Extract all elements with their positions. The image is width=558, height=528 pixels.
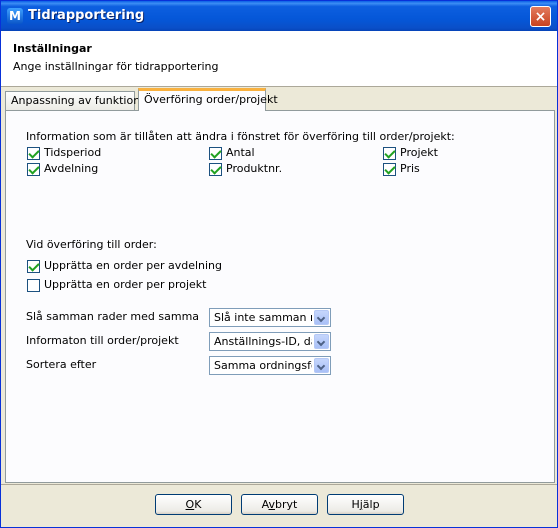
checkbox-label-antal: Antal — [226, 146, 255, 159]
cancel-label-pre: A — [261, 498, 269, 511]
chevron-down-icon[interactable] — [314, 358, 329, 373]
chevron-down-icon[interactable] — [314, 334, 329, 349]
checkbox-label-pris: Pris — [400, 162, 420, 175]
merge-rows-label: Slå samman rader med samma — [26, 310, 200, 323]
checkbox-label-order-per-projekt: Upprätta en order per projekt — [44, 278, 207, 291]
app-icon: M — [7, 8, 23, 24]
footer-divider — [1, 484, 557, 485]
checkbox-produktnr[interactable] — [209, 163, 222, 176]
close-button[interactable]: × — [530, 6, 551, 27]
title-bar[interactable]: M Tidrapportering × — [1, 1, 557, 31]
window-title: Tidrapportering — [28, 8, 145, 23]
checkbox-avdelning[interactable] — [27, 163, 40, 176]
checkbox-order-per-avdelning[interactable] — [27, 260, 40, 273]
merge-rows-value: Slå inte samman rader — [214, 311, 312, 324]
tab-panel: Information som är tillåten att ändra i … — [5, 110, 555, 483]
cancel-label-rest: bryt — [275, 498, 298, 511]
sort-by-label: Sortera efter — [26, 358, 97, 371]
order-info-value: Anställnings-ID, datum — [214, 335, 312, 348]
checkbox-label-tidsperiod: Tidsperiod — [44, 146, 102, 159]
chevron-down-icon[interactable] — [314, 310, 329, 325]
checkbox-antal[interactable] — [209, 147, 222, 160]
help-label-pre: H — [351, 498, 360, 511]
dialog-window: M Tidrapportering × Inställningar Ange i… — [0, 0, 558, 528]
ok-accel: O — [185, 498, 195, 511]
order-info-select[interactable]: Anställnings-ID, datum — [209, 332, 331, 351]
checkbox-label-order-per-avdelning: Upprätta en order per avdelning — [44, 259, 223, 272]
order-section-label: Vid överföring till order: — [26, 238, 157, 251]
cancel-button[interactable]: Avbryt — [241, 494, 318, 515]
checkbox-pris[interactable] — [383, 163, 396, 176]
checkbox-projekt[interactable] — [383, 147, 396, 160]
checkbox-label-projekt: Projekt — [400, 146, 438, 159]
merge-rows-select[interactable]: Slå inte samman rader — [209, 308, 331, 327]
header-subtitle: Ange inställningar för tidrapportering — [13, 60, 219, 73]
sort-by-value: Samma ordningsföljd — [214, 359, 312, 372]
checkbox-label-produktnr: Produktnr. — [226, 162, 283, 175]
header-title: Inställningar — [13, 42, 92, 55]
tab-overforing[interactable]: Överföring order/projekt — [138, 88, 278, 111]
dialog-header: Inställningar Ange inställningar för tid… — [1, 31, 557, 87]
tab-anpassning[interactable]: Anpassning av funktioner — [5, 91, 151, 110]
fields-section-label: Information som är tillåten att ändra i … — [26, 130, 455, 143]
sort-by-select[interactable]: Samma ordningsföljd — [209, 356, 331, 375]
order-info-label: Informaton till order/projekt — [26, 334, 179, 347]
help-button[interactable]: Hjälp — [327, 494, 404, 515]
ok-label-rest: K — [194, 498, 202, 511]
checkbox-label-avdelning: Avdelning — [44, 162, 99, 175]
ok-button[interactable]: OK — [155, 494, 232, 515]
checkbox-order-per-projekt[interactable] — [27, 279, 40, 292]
checkbox-tidsperiod[interactable] — [27, 147, 40, 160]
help-label-rest: älp — [362, 498, 380, 511]
